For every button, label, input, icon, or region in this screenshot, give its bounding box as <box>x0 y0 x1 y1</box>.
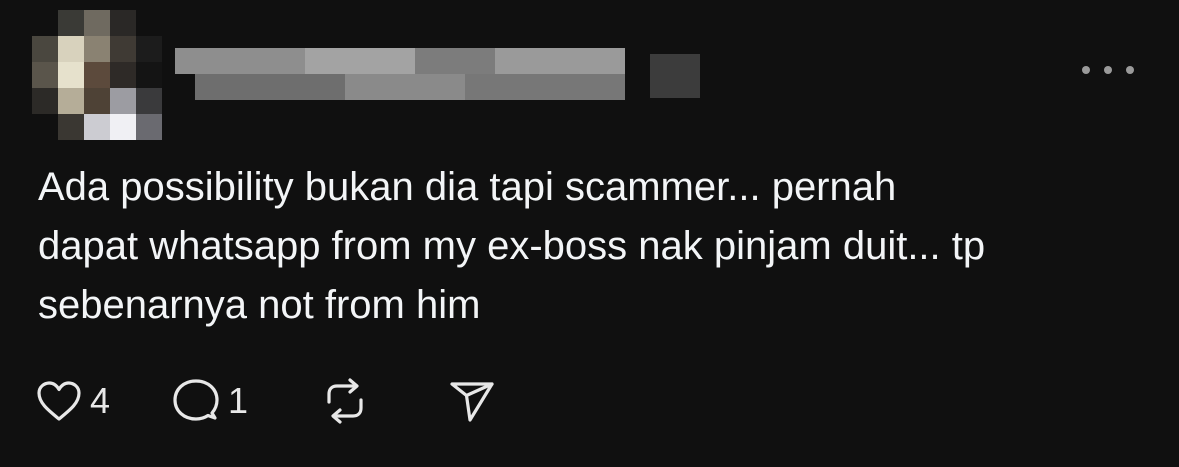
like-count: 4 <box>90 380 111 421</box>
post-text-line: dapat whatsapp from my ex-boss nak pinja… <box>38 224 986 268</box>
repost-button[interactable] <box>320 377 370 425</box>
comment-icon <box>173 379 219 421</box>
heart-icon <box>37 381 81 421</box>
comment-button[interactable]: 1 <box>172 378 248 424</box>
share-button[interactable] <box>448 378 496 424</box>
repost-icon <box>327 378 363 424</box>
post-text-line: sebenarnya not from him <box>38 283 481 327</box>
avatar[interactable] <box>32 10 162 140</box>
send-icon <box>450 382 494 422</box>
thread-post: Ada possibility bukan dia tapi scammer..… <box>0 0 1179 467</box>
like-button[interactable]: 4 <box>36 380 110 422</box>
username-pixelated[interactable] <box>175 40 705 102</box>
post-text: Ada possibility bukan dia tapi scammer..… <box>38 158 1148 335</box>
more-options-button[interactable] <box>1082 56 1134 84</box>
comment-count: 1 <box>228 380 249 421</box>
post-text-line: Ada possibility bukan dia tapi scammer..… <box>38 165 897 209</box>
more-dot <box>1104 66 1112 74</box>
more-dot <box>1126 66 1134 74</box>
post-actions: 4 1 <box>36 372 496 430</box>
more-horizontal-icon <box>1082 66 1090 74</box>
